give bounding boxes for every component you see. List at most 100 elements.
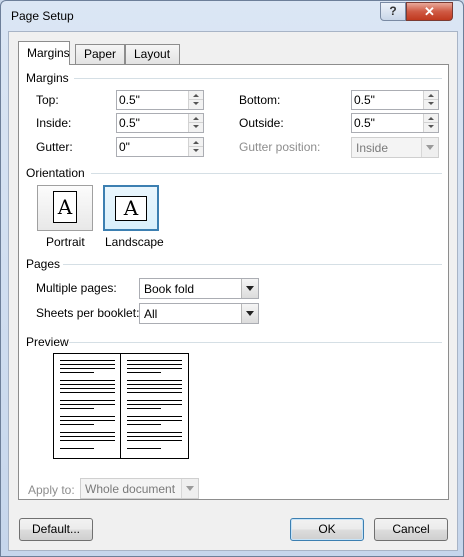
gutter-position-label: Gutter position: <box>239 140 321 154</box>
preview-text-line <box>60 372 94 373</box>
preview-section-label: Preview <box>26 335 69 349</box>
preview-text-line <box>127 400 182 401</box>
gutter-spinner[interactable]: 0" <box>116 137 204 157</box>
preview-text-line <box>60 440 115 441</box>
help-button[interactable]: ? <box>380 2 406 21</box>
landscape-page-icon: A <box>115 196 147 221</box>
sheets-per-booklet-label: Sheets per booklet: <box>36 306 140 320</box>
outside-margin-value[interactable]: 0.5" <box>354 116 375 130</box>
preview-text-line <box>60 384 115 385</box>
preview-text-line <box>127 404 182 405</box>
preview-text-line <box>60 388 115 389</box>
chevron-down-icon[interactable] <box>241 304 258 323</box>
inside-margin-value[interactable]: 0.5" <box>119 116 140 130</box>
spin-up-icon[interactable] <box>423 91 438 100</box>
gutter-label: Gutter: <box>36 140 73 154</box>
margins-tab-panel: Margins Top: 0.5" Bottom: 0.5" Inside: 0… <box>18 64 449 500</box>
apply-to-label: Apply to: <box>28 483 75 497</box>
spin-up-icon[interactable] <box>188 114 203 123</box>
preview-text-line <box>127 360 182 361</box>
sheets-per-booklet-value: All <box>144 307 158 321</box>
tab-layout[interactable]: Layout <box>125 44 180 64</box>
preview-text-line <box>60 408 94 409</box>
dialog-client-area: Margins Paper Layout Margins Top: 0.5" B… <box>8 31 458 551</box>
gutter-position-select[interactable]: Inside <box>351 137 439 158</box>
preview-text-line <box>127 388 182 389</box>
cancel-button[interactable]: Cancel <box>374 518 448 541</box>
tab-paper[interactable]: Paper <box>75 44 125 64</box>
apply-to-select[interactable]: Whole document <box>80 478 199 499</box>
preview-text-line <box>60 400 115 401</box>
preview-text-line <box>127 440 182 441</box>
preview-text-line <box>60 404 115 405</box>
default-button[interactable]: Default... <box>19 518 93 541</box>
preview-text-line <box>127 416 182 417</box>
preview-text-line <box>127 392 182 393</box>
section-divider <box>63 264 442 265</box>
preview-text-line <box>60 420 115 421</box>
ok-button[interactable]: OK <box>290 518 364 541</box>
section-divider <box>69 342 442 343</box>
section-divider <box>91 173 442 174</box>
outside-label: Outside: <box>239 116 284 130</box>
preview-text-line <box>127 368 182 369</box>
preview-text-line <box>60 416 115 417</box>
spin-down-icon[interactable] <box>423 100 438 109</box>
spin-down-icon[interactable] <box>188 100 203 109</box>
preview-text-line <box>60 436 115 437</box>
preview-text-line <box>127 408 161 409</box>
title-bar: Page Setup ? ✕ <box>1 1 463 31</box>
pages-section-label: Pages <box>26 257 61 271</box>
preview-text-line <box>127 420 182 421</box>
spin-up-icon[interactable] <box>423 114 438 123</box>
preview-text-line <box>127 384 182 385</box>
chevron-down-icon[interactable] <box>421 138 438 157</box>
top-margin-value[interactable]: 0.5" <box>119 93 140 107</box>
preview-text-line <box>127 380 182 381</box>
preview-text-line <box>60 432 115 433</box>
sheets-per-booklet-select[interactable]: All <box>139 303 259 324</box>
top-label: Top: <box>36 93 59 107</box>
portrait-page-icon: A <box>53 191 77 223</box>
spin-down-icon[interactable] <box>188 123 203 132</box>
orientation-section-label: Orientation <box>26 166 85 180</box>
preview-text-line <box>60 368 115 369</box>
preview-text-line <box>127 372 161 373</box>
landscape-label: Landscape <box>105 235 164 249</box>
chevron-down-icon[interactable] <box>241 279 258 298</box>
spin-down-icon[interactable] <box>188 147 203 156</box>
multiple-pages-label: Multiple pages: <box>36 281 117 295</box>
page-setup-dialog: Page Setup ? ✕ Margins Paper Layout Marg… <box>0 0 464 557</box>
bottom-margin-value[interactable]: 0.5" <box>354 93 375 107</box>
bottom-label: Bottom: <box>239 93 281 107</box>
bottom-margin-spinner[interactable]: 0.5" <box>351 90 439 110</box>
preview-text-line <box>127 432 182 433</box>
margins-section-label: Margins <box>26 71 69 85</box>
preview-left-page <box>54 354 121 458</box>
portrait-button[interactable]: A <box>37 185 93 231</box>
landscape-button[interactable]: A <box>103 185 159 231</box>
preview-text-line <box>60 392 115 393</box>
preview-text-line <box>60 364 115 365</box>
preview-text-line <box>127 364 182 365</box>
window-title: Page Setup <box>11 9 74 23</box>
apply-to-value: Whole document <box>85 482 176 496</box>
preview-text-line <box>127 436 182 437</box>
inside-margin-spinner[interactable]: 0.5" <box>116 113 204 133</box>
chevron-down-icon[interactable] <box>181 479 198 498</box>
spin-down-icon[interactable] <box>423 123 438 132</box>
preview-text-line <box>60 424 94 425</box>
top-margin-spinner[interactable]: 0.5" <box>116 90 204 110</box>
tab-margins[interactable]: Margins <box>18 41 70 65</box>
spin-up-icon[interactable] <box>188 138 203 147</box>
preview-text-line <box>127 424 161 425</box>
multiple-pages-select[interactable]: Book fold <box>139 278 259 299</box>
close-button[interactable]: ✕ <box>406 2 453 21</box>
preview-text-line <box>60 380 115 381</box>
preview-text-line <box>60 360 115 361</box>
spin-up-icon[interactable] <box>188 91 203 100</box>
gutter-position-value: Inside <box>356 141 389 155</box>
gutter-value[interactable]: 0" <box>119 140 130 154</box>
outside-margin-spinner[interactable]: 0.5" <box>351 113 439 133</box>
preview-text-line <box>127 448 161 449</box>
